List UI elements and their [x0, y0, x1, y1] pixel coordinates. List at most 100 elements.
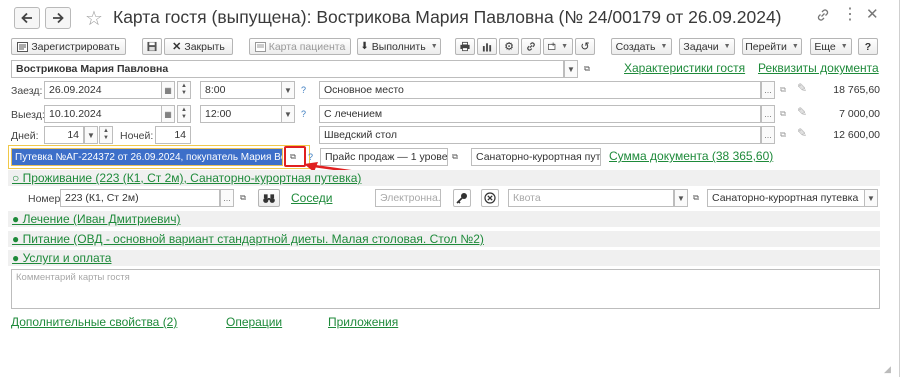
quota-dropdown[interactable]: ▼ [674, 189, 688, 207]
print-button[interactable] [455, 38, 475, 55]
quota-open-icon[interactable]: ⧉ [689, 189, 703, 207]
settings-button[interactable]: ⚙ [499, 38, 519, 55]
extra-properties-link[interactable]: Дополнительные свойства (2) [11, 315, 177, 329]
document-icon [17, 41, 29, 52]
binoculars-button[interactable] [258, 189, 280, 207]
pencil-icon[interactable]: ✎ [797, 81, 807, 95]
report-button[interactable] [477, 38, 497, 55]
close-x-icon: ✕ [172, 41, 182, 53]
dropdown-icon: ▼ [430, 43, 438, 50]
checkout-time-dropdown[interactable]: ▼ [281, 105, 295, 123]
services-payment-section-link[interactable]: ● Услуги и оплата [12, 251, 111, 265]
save-icon [147, 41, 157, 52]
payment-type-dropdown[interactable]: ▼ [864, 189, 878, 207]
checkin-time-dropdown[interactable]: ▼ [281, 81, 295, 99]
back-button[interactable] [14, 7, 40, 29]
checkin-date-spinner[interactable]: ▲ ▼ [177, 81, 191, 99]
help-hint-icon[interactable]: ? [301, 109, 306, 119]
key-icon [456, 193, 467, 204]
food-section-link[interactable]: ● Питание (ОВД - основной вариант станда… [12, 232, 484, 246]
neighbors-link[interactable]: Соседи [291, 191, 332, 205]
service-0-open-icon[interactable]: ⧉ [776, 81, 790, 99]
service-field-1[interactable]: С лечением [319, 105, 761, 123]
guest-dropdown-button[interactable]: ▼ [564, 60, 578, 78]
history-icon: ↺ [580, 41, 590, 53]
add-attachment-button[interactable]: ▼ [543, 38, 573, 55]
days-spinner[interactable]: ▲ ▼ [99, 126, 113, 144]
close-button[interactable]: ✕ Закрыть [164, 38, 233, 55]
calendar-icon[interactable]: ▦ [161, 105, 175, 123]
room-field[interactable]: 223 (К1, Ст 2м) [60, 189, 220, 207]
service-1-open-icon[interactable]: ⧉ [776, 105, 790, 123]
days-dropdown[interactable]: ▼ [84, 126, 98, 144]
pencil-icon[interactable]: ✎ [797, 105, 807, 119]
service-2-open-icon[interactable]: ⧉ [776, 126, 790, 144]
goto-button[interactable]: Перейти ▼ [742, 38, 802, 55]
more-button[interactable]: Еще ▼ [810, 38, 852, 55]
help-button[interactable]: ? [858, 38, 878, 55]
link-icon[interactable] [816, 8, 830, 25]
close-window-icon[interactable]: ✕ [866, 5, 879, 23]
register-button[interactable]: Зарегистрировать [11, 38, 126, 55]
chain-link-icon [527, 42, 535, 51]
forward-button[interactable] [45, 7, 71, 29]
service-0-choose[interactable]: … [761, 81, 775, 99]
patient-card-button[interactable]: Карта пациента [249, 38, 351, 55]
operations-link[interactable]: Операции [226, 315, 282, 329]
save-button[interactable] [142, 38, 162, 55]
checkin-time-field[interactable]: 8:00 [200, 81, 282, 99]
price-list-open-icon[interactable]: ⧉ [448, 148, 462, 166]
checkout-label: Выезд: [11, 109, 45, 121]
document-requisites-link[interactable]: Реквизиты документа [758, 61, 879, 75]
more-menu-icon[interactable]: ⋮ [842, 4, 858, 24]
service-2-choose[interactable]: … [761, 126, 775, 144]
nights-label: Ночей: [120, 130, 154, 142]
checkout-time-field[interactable]: 12:00 [200, 105, 282, 123]
arrow-down-icon: ⬇ [360, 41, 369, 52]
resize-grip-icon[interactable]: ◢ [884, 364, 891, 375]
pencil-icon[interactable]: ✎ [797, 126, 807, 140]
room-choose-button[interactable]: … [220, 189, 234, 207]
guest-characteristics-link[interactable]: Характеристики гостя [624, 61, 745, 75]
checkout-date-field[interactable]: 10.10.2024 [44, 105, 162, 123]
service-1-choose[interactable]: … [761, 105, 775, 123]
guest-name-field[interactable]: Вострикова Мария Павловна [11, 60, 564, 78]
attachments-link[interactable]: Приложения [328, 315, 398, 329]
execute-button[interactable]: ⬇ Выполнить ▼ [357, 38, 441, 55]
accommodation-section-link[interactable]: ○ Проживание (223 (К1, Ст 2м), Санаторно… [12, 171, 361, 185]
document-total-link[interactable]: Сумма документа (38 365,60) [609, 149, 773, 163]
electronic-key-field[interactable]: Электронна... [375, 189, 441, 207]
payment-type-field[interactable]: Санаторно-курортная путевка [707, 189, 865, 207]
quota-field[interactable]: Квота [508, 189, 674, 207]
days-field[interactable]: 14 [44, 126, 84, 144]
open-icon[interactable]: ⧉ [580, 60, 594, 78]
favorite-star-icon[interactable]: ☆ [85, 6, 103, 31]
dropdown-icon: ▼ [660, 43, 668, 50]
service-field-2[interactable]: Шведский стол [319, 126, 761, 144]
service-field-0[interactable]: Основное место [319, 81, 761, 99]
service-amount-0: 18 765,60 [833, 84, 880, 96]
help-hint-icon[interactable]: ? [301, 85, 306, 95]
service-amount-1: 7 000,00 [839, 108, 880, 120]
voucher-field[interactable]: Путевка №АГ-224372 от 26.09.2024, покупа… [11, 148, 283, 166]
dropdown-icon: ▼ [723, 43, 731, 50]
history-button[interactable]: ↺ [575, 38, 595, 55]
tasks-button[interactable]: Задачи ▼ [679, 38, 735, 55]
voucher-type-field[interactable]: Санаторно-курортная путев [471, 148, 601, 166]
link-button[interactable] [521, 38, 541, 55]
gear-icon: ⚙ [504, 41, 514, 53]
checkout-date-spinner[interactable]: ▲ ▼ [177, 105, 191, 123]
treatment-section-link[interactable]: ● Лечение (Иван Дмитриевич) [12, 212, 180, 226]
food-section: ● Питание (ОВД - основной вариант станда… [8, 231, 880, 247]
calendar-icon[interactable]: ▦ [161, 81, 175, 99]
create-button[interactable]: Создать ▼ [611, 38, 672, 55]
checkin-date-field[interactable]: 26.09.2024 [44, 81, 162, 99]
cancel-key-button[interactable] [481, 189, 499, 207]
guest-card-comment[interactable]: Комментарий карты гостя [11, 269, 880, 309]
key-button[interactable] [453, 189, 471, 207]
nights-field[interactable]: 14 [155, 126, 191, 144]
room-open-icon[interactable]: ⧉ [236, 189, 250, 207]
arrow-right-icon [53, 12, 64, 24]
dropdown-icon: ▼ [561, 43, 568, 50]
binoculars-icon [263, 193, 275, 203]
